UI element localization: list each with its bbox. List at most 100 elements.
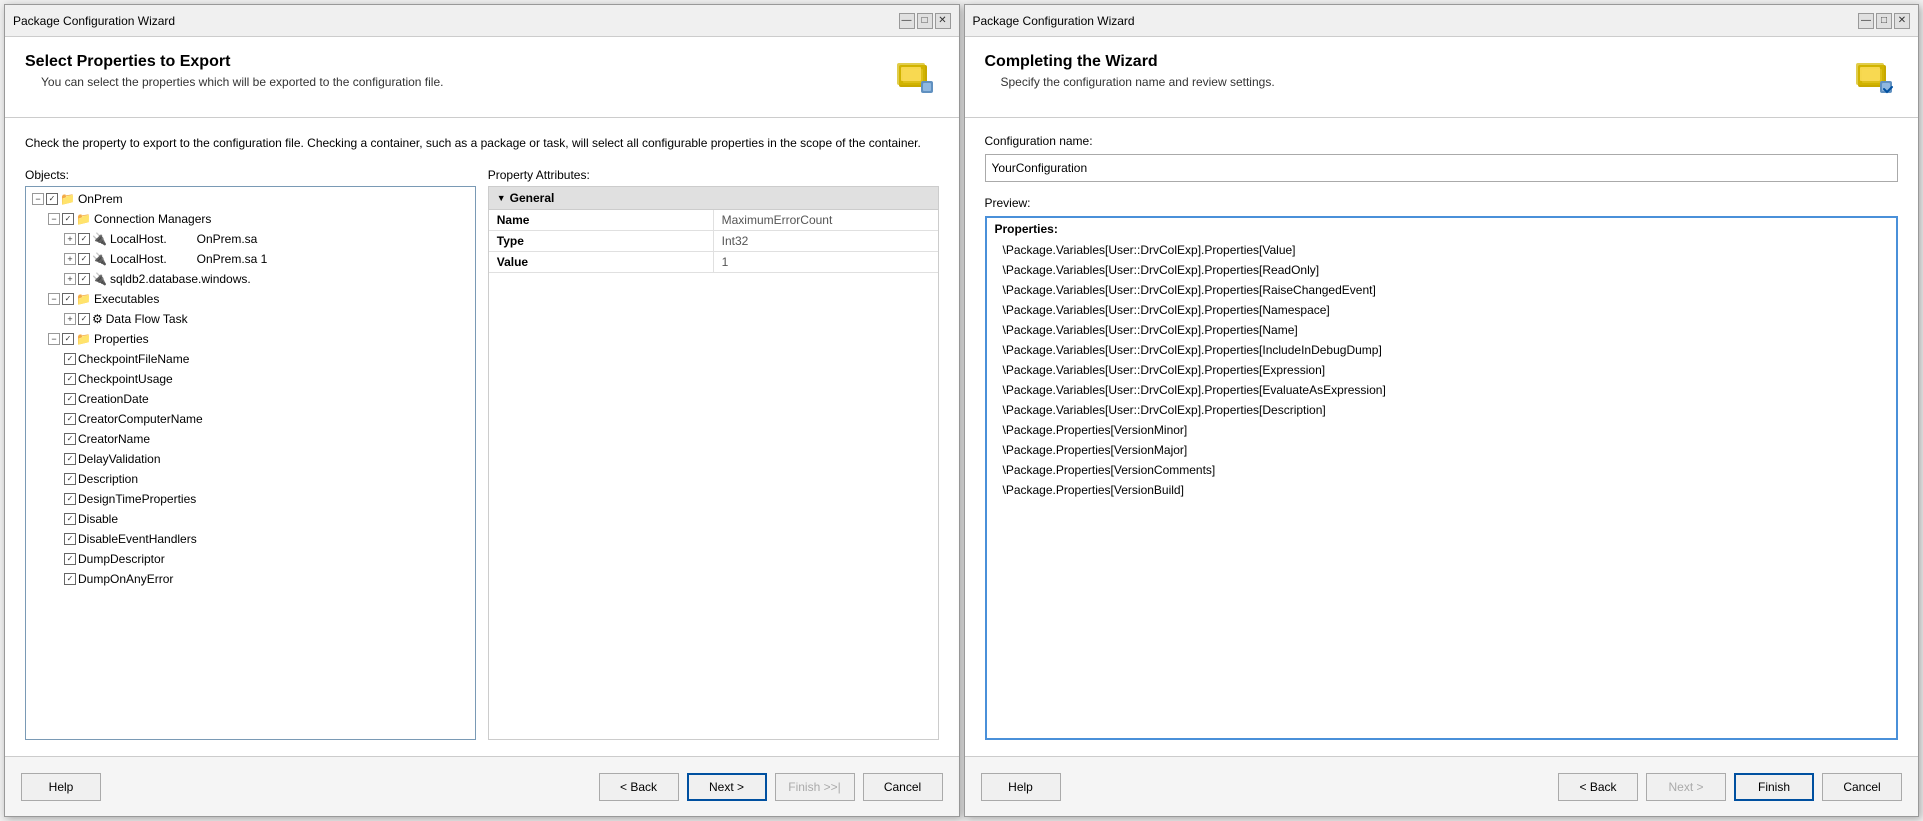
checkbox-dumponanyerror[interactable] [64,573,76,585]
tree-item-delayvalidation[interactable]: DelayValidation [28,449,473,469]
prop-cell-type-value: Int32 [714,231,938,251]
wizard-header-1: Select Properties to Export You can sele… [5,37,959,118]
checkbox-creationdate[interactable] [64,393,76,405]
folder-icon-sqldb: 🔌 [92,270,107,288]
prop-cell-value-label: Value [489,252,714,272]
tree-item-creationdate[interactable]: CreationDate [28,389,473,409]
item-text-executables: Executables [94,290,159,308]
prop-cell-name-label: Name [489,210,714,230]
preview-box: Properties: \Package.Variables[User::Drv… [985,216,1899,740]
checkbox-sqldb[interactable] [78,273,90,285]
checkbox-description[interactable] [64,473,76,485]
checkbox-conn-mgrs[interactable] [62,213,74,225]
expand-icon-dataflow[interactable]: + [64,313,76,325]
title-bar-2: Package Configuration Wizard — □ ✕ [965,5,1919,37]
cancel-button-2[interactable]: Cancel [1822,773,1902,801]
tree-item-disableeventhandlers[interactable]: DisableEventHandlers [28,529,473,549]
prop-cell-type-label: Type [489,231,714,251]
help-button-2[interactable]: Help [981,773,1061,801]
expand-icon-localhost1[interactable]: + [64,233,76,245]
back-button-2[interactable]: < Back [1558,773,1638,801]
finish-button-2[interactable]: Finish [1734,773,1814,801]
checkbox-creatorcomputername[interactable] [64,413,76,425]
config-name-label: Configuration name: [985,134,1899,148]
tree-item-designtimeproperties[interactable]: DesignTimeProperties [28,489,473,509]
minimize-button-1[interactable]: — [899,13,915,29]
item-text-creationdate: CreationDate [78,390,149,408]
tree-item-localhost2[interactable]: + 🔌 LocalHost. OnPrem.sa 1 [28,249,473,269]
tree-item-sqldb[interactable]: + 🔌 sqldb2.database.windows. [28,269,473,289]
tree-item-executables[interactable]: − 📁 Executables [28,289,473,309]
tree-item-conn-mgrs[interactable]: − 📁 Connection Managers [28,209,473,229]
expand-icon-onprem[interactable]: − [32,193,44,205]
tree-item-creatorcomputername[interactable]: CreatorComputerName [28,409,473,429]
tree-item-localhost1[interactable]: + 🔌 LocalHost. OnPrem.sa [28,229,473,249]
item-text-dumpdescriptor: DumpDescriptor [78,550,165,568]
checkbox-localhost1[interactable] [78,233,90,245]
cancel-button-1[interactable]: Cancel [863,773,943,801]
preview-item-5: \Package.Variables[User::DrvColExp].Prop… [995,340,1889,360]
preview-item-11: \Package.Properties[VersionComments] [995,460,1889,480]
maximize-button-2[interactable]: □ [1876,13,1892,29]
tree-item-properties[interactable]: − 📁 Properties [28,329,473,349]
expand-icon-localhost2[interactable]: + [64,253,76,265]
preview-item-4: \Package.Variables[User::DrvColExp].Prop… [995,320,1889,340]
checkbox-checkpointfilename[interactable] [64,353,76,365]
tree-item-description[interactable]: Description [28,469,473,489]
preview-item-12: \Package.Properties[VersionBuild] [995,480,1889,500]
title-bar-text-1: Package Configuration Wizard [13,14,175,28]
preview-item-0: \Package.Variables[User::DrvColExp].Prop… [995,240,1889,260]
checkbox-localhost2[interactable] [78,253,90,265]
expand-icon-sqldb[interactable]: + [64,273,76,285]
config-name-input[interactable] [985,154,1899,182]
back-button-1[interactable]: < Back [599,773,679,801]
tree-item-dumponanyerror[interactable]: DumpOnAnyError [28,569,473,589]
item-text-localhost1: LocalHost. OnPrem.sa [110,230,257,248]
finish-button-1: Finish >>| [775,773,855,801]
item-text-sqldb: sqldb2.database.windows. [110,270,251,288]
checkbox-designtimeproperties[interactable] [64,493,76,505]
checkbox-creatorname[interactable] [64,433,76,445]
help-button-1[interactable]: Help [21,773,101,801]
tree-item-dumpdescriptor[interactable]: DumpDescriptor [28,549,473,569]
tree-view[interactable]: − 📁 OnPrem − 📁 Connection Managers + [25,186,476,740]
checkbox-onprem[interactable] [46,193,58,205]
folder-icon-executables: 📁 [76,290,91,308]
folder-icon-localhost1: 🔌 [92,230,107,248]
checkbox-disable[interactable] [64,513,76,525]
title-bar-buttons-2: — □ ✕ [1858,13,1910,29]
checkbox-dumpdescriptor[interactable] [64,553,76,565]
checkbox-delayvalidation[interactable] [64,453,76,465]
property-panel: Property Attributes: General Name Maximu… [488,168,939,740]
tree-item-dataflow[interactable]: + ⚙ Data Flow Task [28,309,473,329]
wizard-header-text-1: Select Properties to Export You can sele… [25,53,443,89]
minimize-button-2[interactable]: — [1858,13,1874,29]
checkbox-dataflow[interactable] [78,313,90,325]
prop-cell-value-value: 1 [714,252,938,272]
folder-icon-localhost2: 🔌 [92,250,107,268]
preview-header: Properties: [995,222,1889,236]
checkbox-checkpointusage[interactable] [64,373,76,385]
expand-icon-properties[interactable]: − [48,333,60,345]
maximize-button-1[interactable]: □ [917,13,933,29]
folder-icon-dataflow: ⚙ [92,310,103,328]
close-button-2[interactable]: ✕ [1894,13,1910,29]
tree-item-creatorname[interactable]: CreatorName [28,429,473,449]
tree-item-checkpointfilename[interactable]: CheckpointFileName [28,349,473,369]
checkbox-executables[interactable] [62,293,74,305]
checkbox-properties[interactable] [62,333,74,345]
wizard-header-text-2: Completing the Wizard Specify the config… [985,53,1275,89]
item-text-onprem: OnPrem [78,190,123,208]
prop-row-value: Value 1 [489,252,938,273]
tree-item-disable[interactable]: Disable [28,509,473,529]
preview-item-1: \Package.Variables[User::DrvColExp].Prop… [995,260,1889,280]
property-label: Property Attributes: [488,168,939,182]
close-button-1[interactable]: ✕ [935,13,951,29]
wizard-footer-2: Help < Back Next > Finish Cancel [965,756,1919,816]
expand-icon-conn-mgrs[interactable]: − [48,213,60,225]
tree-item-onprem[interactable]: − 📁 OnPrem [28,189,473,209]
checkbox-disableeventhandlers[interactable] [64,533,76,545]
tree-item-checkpointusage[interactable]: CheckpointUsage [28,369,473,389]
next-button-1[interactable]: Next > [687,773,767,801]
expand-icon-executables[interactable]: − [48,293,60,305]
